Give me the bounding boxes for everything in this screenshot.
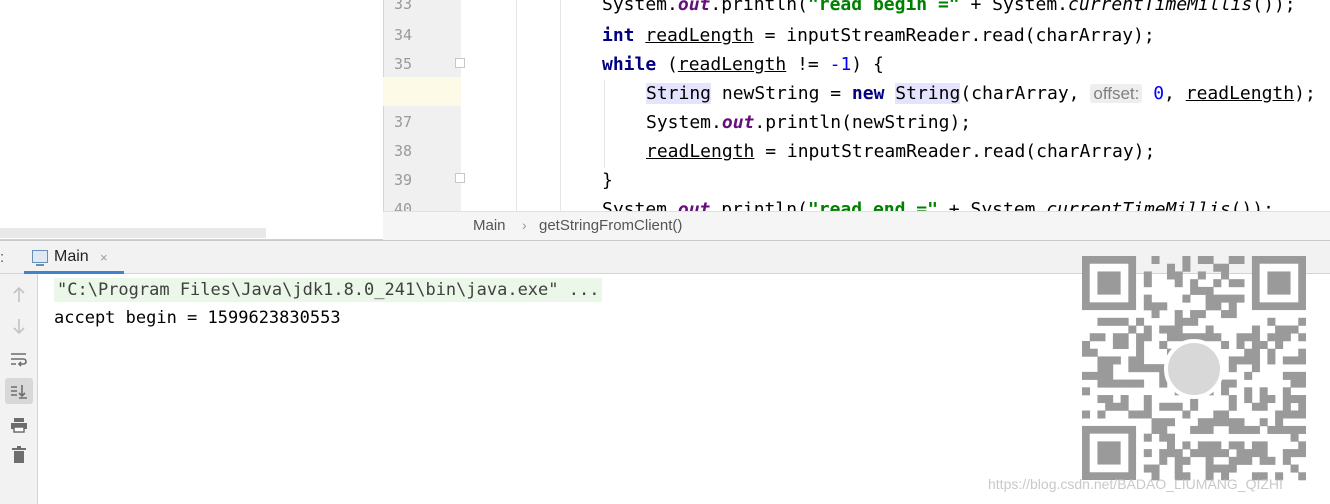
line-number: 33 (393, 0, 412, 13)
breadcrumb-method[interactable]: getStringFromClient() (539, 217, 682, 234)
code-line: String newString = new String(charArray,… (646, 83, 1316, 105)
close-icon[interactable]: × (100, 250, 108, 265)
code-line: System.out.println("read begin =" + Syst… (602, 0, 1296, 16)
code-token: .println( (710, 0, 808, 15)
code-token: out (721, 112, 755, 133)
breadcrumb-separator: › (522, 217, 527, 233)
parameter-hint: offset: (1090, 84, 1143, 103)
soft-wrap-icon[interactable] (5, 346, 33, 372)
code-token: out (677, 199, 711, 211)
arrow-up-icon[interactable] (5, 282, 33, 308)
code-token: ()); (1252, 0, 1296, 15)
code-token: new (851, 83, 885, 104)
console-command-line: "C:\Program Files\Java\jdk1.8.0_241\bin\… (54, 278, 603, 302)
breadcrumb: Main › getStringFromClient() (383, 211, 1330, 240)
code-line: readLength = inputStreamReader.read(char… (646, 141, 1155, 163)
indent-guide (516, 0, 517, 211)
code-token: readLength (1185, 83, 1295, 104)
code-token: .println(newString); (754, 112, 972, 133)
print-icon[interactable] (5, 412, 33, 438)
code-token: out (677, 0, 711, 15)
code-token: + System. (937, 199, 1047, 211)
code-token: ( (656, 54, 678, 75)
qr-code-image (1082, 256, 1306, 481)
indent-guide (560, 0, 561, 211)
fold-marker-close-icon[interactable] (455, 173, 465, 183)
code-line: } (602, 170, 613, 192)
scroll-to-end-icon[interactable] (5, 378, 33, 404)
line-number: 39 (393, 171, 412, 189)
fold-marker-open-icon[interactable] (455, 58, 465, 68)
tab-label: Main (54, 248, 89, 265)
indent-guide (604, 80, 605, 168)
code-token: System. (602, 199, 678, 211)
code-token: String (646, 83, 712, 104)
run-toolbar (0, 274, 38, 504)
arrow-down-icon[interactable] (5, 313, 33, 339)
code-token: readLength (645, 25, 754, 46)
line-number-gutter[interactable]: 3334353637383940 (383, 0, 461, 240)
code-token: int (602, 25, 635, 46)
tab-main[interactable]: Main × (24, 241, 124, 274)
code-line: System.out.println("read end =" + System… (602, 199, 1274, 211)
code-token: .println( (710, 199, 808, 211)
code-token: 0 (1153, 83, 1165, 104)
code-token: newString = (711, 83, 852, 104)
code-token: System. (602, 0, 678, 15)
code-token: "read begin =" (807, 0, 960, 15)
code-token: currentTimeMillis (1068, 0, 1253, 15)
code-token: currentTimeMillis (1046, 199, 1231, 211)
line-number: 34 (393, 26, 412, 44)
code-token: String (895, 83, 961, 104)
code-token: = inputStreamReader.read(charArray); (753, 25, 1155, 46)
application-icon (32, 250, 48, 266)
code-line: while (readLength != -1) { (602, 54, 884, 76)
code-token: , (1164, 83, 1186, 104)
line-number: 38 (393, 142, 412, 160)
code-token: (charArray, (960, 83, 1091, 104)
code-line: System.out.println(newString); (646, 112, 971, 134)
code-token: != (786, 54, 830, 75)
trash-icon[interactable] (5, 442, 33, 468)
console-output-line: accept begin = 1599623830553 (54, 308, 341, 328)
code-token: ()); (1230, 199, 1274, 211)
project-panel-area (0, 0, 383, 240)
horizontal-scrollbar[interactable] (0, 228, 266, 238)
breadcrumb-class[interactable]: Main (473, 217, 506, 234)
code-token: } (602, 170, 613, 191)
code-token: while (602, 54, 657, 75)
code-token: = inputStreamReader.read(charArray); (754, 141, 1156, 162)
code-token: ); (1294, 83, 1316, 104)
line-number: 35 (393, 55, 412, 73)
code-token: readLength (677, 54, 787, 75)
code-token: "read end =" (807, 199, 938, 211)
watermark-text: https://blog.csdn.net/BADAO_LIUMANG_QIZH… (988, 476, 1283, 492)
code-token: ) { (851, 54, 884, 75)
code-token: + System. (959, 0, 1069, 15)
code-token: readLength (646, 141, 755, 162)
code-editor[interactable]: System.out.println("read begin =" + Syst… (461, 0, 1330, 211)
code-token: System. (646, 112, 722, 133)
code-token: -1 (829, 54, 852, 75)
line-number: 37 (393, 113, 412, 131)
tab-bar-colon: : (0, 249, 5, 266)
code-line: int readLength = inputStreamReader.read(… (602, 25, 1155, 47)
